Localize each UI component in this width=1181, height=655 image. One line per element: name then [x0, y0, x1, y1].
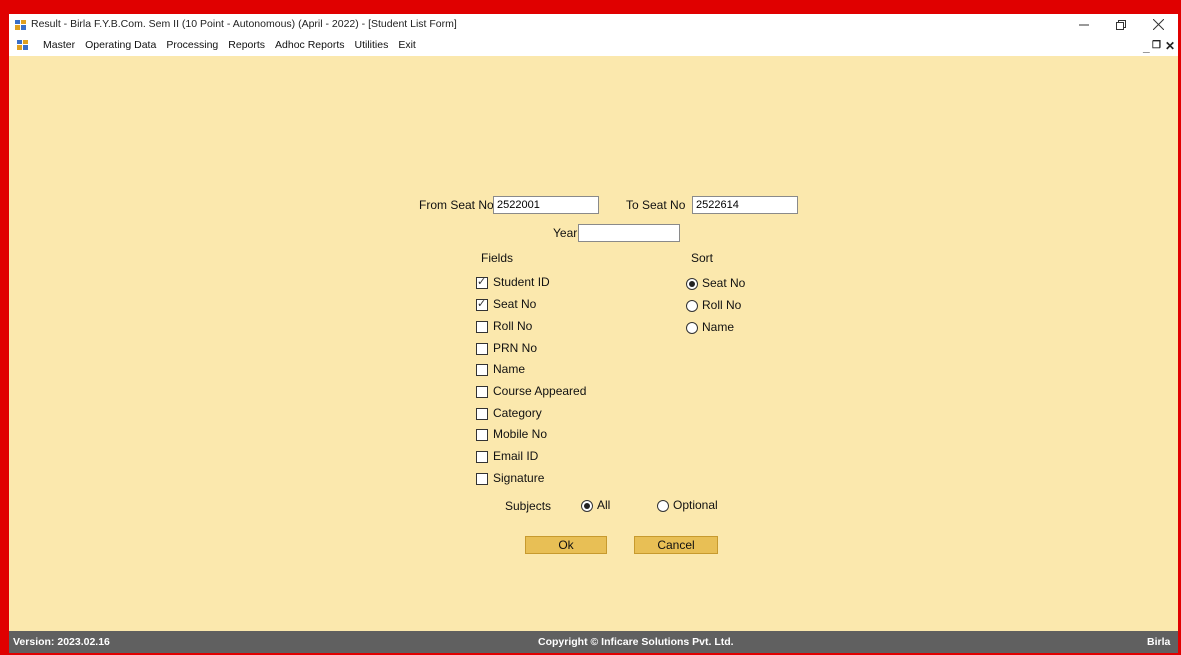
checkbox-icon[interactable]	[476, 321, 488, 333]
sort-option-label: Name	[702, 320, 735, 334]
menu-master[interactable]: Master	[38, 39, 80, 51]
radio-icon[interactable]	[686, 322, 698, 334]
restore-button[interactable]	[1106, 14, 1136, 36]
checkbox-icon[interactable]	[476, 473, 488, 485]
radio-icon[interactable]	[686, 300, 698, 312]
field-label: PRN No	[493, 341, 538, 355]
app-icon	[15, 20, 26, 30]
checkbox-icon[interactable]	[476, 275, 488, 289]
year-input[interactable]	[578, 224, 680, 242]
to-seat-label: To Seat No	[626, 198, 686, 212]
fields-heading: Fields	[481, 251, 514, 265]
minimize-icon	[1079, 24, 1089, 26]
checkbox-icon[interactable]	[476, 429, 488, 441]
restore-icon	[1116, 20, 1126, 30]
menu-exit[interactable]: Exit	[393, 39, 421, 51]
copyright-text: Copyright © Inficare Solutions Pvt. Ltd.	[538, 636, 734, 648]
title-bar: Result - Birla F.Y.B.Com. Sem II (10 Poi…	[9, 14, 1178, 36]
field-label: Course Appeared	[493, 384, 587, 398]
field-label: Student ID	[493, 275, 550, 289]
radio-icon[interactable]	[657, 500, 669, 512]
form-area: From Seat No To Seat No Year Fields Sort…	[9, 56, 1178, 631]
mdi-close-icon[interactable]: ✕	[1165, 39, 1175, 53]
checkbox-icon[interactable]	[476, 451, 488, 463]
close-button[interactable]	[1143, 14, 1173, 36]
cancel-button[interactable]: Cancel	[634, 536, 718, 554]
menu-adhoc-reports[interactable]: Adhoc Reports	[270, 39, 349, 51]
menu-reports[interactable]: Reports	[223, 39, 270, 51]
menu-utilities[interactable]: Utilities	[350, 39, 394, 51]
checkbox-icon[interactable]	[476, 364, 488, 376]
sort-heading: Sort	[691, 251, 714, 265]
field-label: Name	[493, 362, 526, 376]
sort-option-label: Seat No	[702, 276, 746, 290]
mdi-restore-icon[interactable]: ❐	[1152, 40, 1161, 51]
field-label: Seat No	[493, 297, 537, 311]
field-label: Mobile No	[493, 427, 548, 441]
subjects-option-label: Optional	[673, 498, 718, 512]
menu-operating-data[interactable]: Operating Data	[80, 39, 161, 51]
subjects-label: Subjects	[505, 499, 552, 513]
checkbox-icon[interactable]	[476, 343, 488, 355]
menu-processing[interactable]: Processing	[161, 39, 223, 51]
radio-icon[interactable]	[686, 278, 698, 290]
checkbox-icon[interactable]	[476, 386, 488, 398]
to-seat-input[interactable]	[692, 196, 798, 214]
window-title: Result - Birla F.Y.B.Com. Sem II (10 Poi…	[31, 18, 457, 30]
field-label: Category	[493, 406, 542, 420]
menu-items: Master Operating Data Processing Reports…	[38, 39, 421, 51]
status-bar: Version: 2023.02.16 Copyright © Inficare…	[9, 631, 1178, 653]
radio-icon[interactable]	[581, 500, 593, 512]
minimize-button[interactable]	[1069, 14, 1099, 36]
checkbox-icon[interactable]	[476, 408, 488, 420]
sort-option-label: Roll No	[702, 298, 742, 312]
year-label: Year	[553, 226, 578, 240]
ok-button[interactable]: Ok	[525, 536, 607, 554]
field-label: Roll No	[493, 319, 533, 333]
application-window: Result - Birla F.Y.B.Com. Sem II (10 Poi…	[9, 14, 1178, 653]
from-seat-input[interactable]	[493, 196, 599, 214]
checkbox-icon[interactable]	[476, 297, 488, 311]
mdi-minimize-icon[interactable]: _	[1143, 40, 1150, 54]
mdi-child-icon[interactable]	[17, 40, 28, 50]
subjects-option-label: All	[597, 498, 611, 512]
from-seat-label: From Seat No	[419, 198, 494, 212]
menu-bar: Master Operating Data Processing Reports…	[9, 36, 1178, 56]
field-label: Email ID	[493, 449, 539, 463]
close-icon	[1152, 18, 1164, 31]
client-name-text: Birla	[1147, 636, 1171, 648]
field-label: Signature	[493, 471, 545, 485]
version-text: Version: 2023.02.16	[13, 636, 110, 648]
